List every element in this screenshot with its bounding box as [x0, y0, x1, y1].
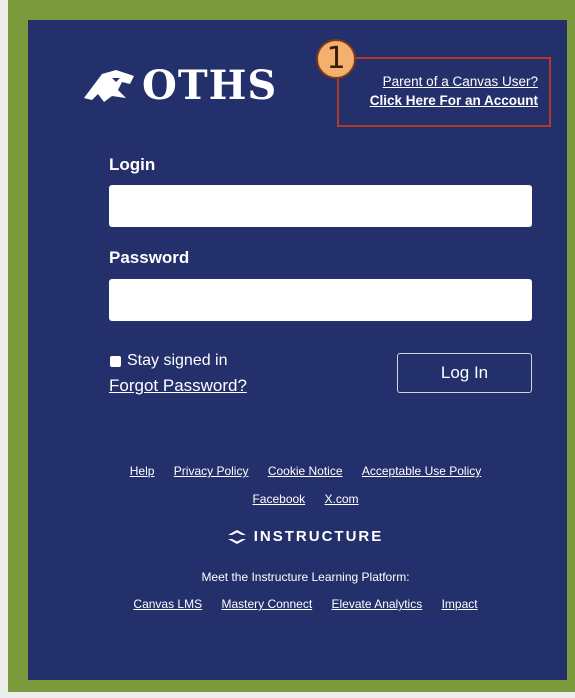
- footer-link-x[interactable]: X.com: [325, 492, 359, 506]
- parent-link-line1[interactable]: Parent of a Canvas User?: [348, 72, 538, 91]
- parent-link-line2[interactable]: Click Here For an Account: [348, 91, 538, 110]
- password-input[interactable]: [109, 279, 532, 321]
- logo-text: OTHS: [142, 62, 278, 109]
- forgot-password-link[interactable]: Forgot Password?: [109, 376, 247, 396]
- stay-signed-in[interactable]: Stay signed in: [110, 352, 228, 370]
- footer-link-canvas[interactable]: Canvas LMS: [133, 597, 202, 611]
- login-label: Login: [109, 155, 156, 174]
- platform-text: Meet the Instructure Learning Platform:: [201, 570, 410, 584]
- footer-link-aup[interactable]: Acceptable Use Policy: [362, 464, 481, 478]
- footer-link-mastery[interactable]: Mastery Connect: [221, 597, 312, 611]
- footer-link-impact[interactable]: Impact: [442, 597, 478, 611]
- school-logo: OTHS: [82, 62, 277, 109]
- parent-account-link[interactable]: Parent of a Canvas User? Click Here For …: [348, 72, 538, 110]
- instructure-brand: INSTRUCTURE: [36, 528, 575, 545]
- login-button[interactable]: Log In: [397, 353, 532, 393]
- login-input[interactable]: [109, 185, 532, 227]
- stay-signed-in-checkbox[interactable]: [110, 355, 121, 367]
- footer-link-cookie[interactable]: Cookie Notice: [268, 464, 343, 478]
- platform-links: Canvas LMS Mastery Connect Elevate Analy…: [36, 597, 575, 611]
- instructure-icon: [227, 529, 246, 544]
- footer-link-elevate[interactable]: Elevate Analytics: [332, 597, 423, 611]
- password-label: Password: [109, 248, 190, 267]
- footer-link-help[interactable]: Help: [130, 464, 155, 478]
- footer-links-row1: Help Privacy Policy Cookie Notice Accept…: [36, 464, 575, 478]
- footer-links-row2: Facebook X.com: [36, 492, 575, 506]
- instructure-text: INSTRUCTURE: [253, 528, 384, 545]
- panther-icon: [84, 69, 134, 102]
- footer-link-privacy[interactable]: Privacy Policy: [174, 464, 249, 478]
- stay-signed-in-label: Stay signed in: [127, 352, 228, 369]
- footer-link-facebook[interactable]: Facebook: [252, 492, 305, 506]
